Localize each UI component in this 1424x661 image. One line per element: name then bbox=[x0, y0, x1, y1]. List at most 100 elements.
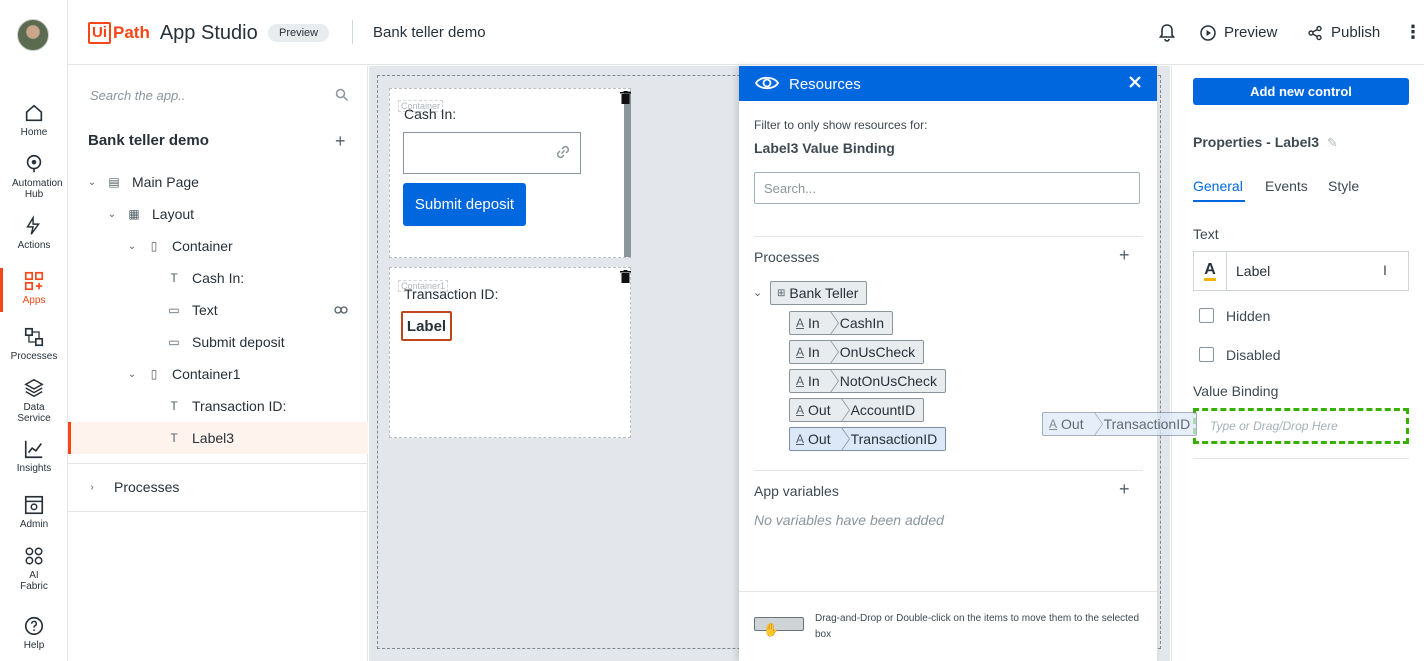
tree-node-label: Layout bbox=[152, 206, 195, 222]
tree-node-label3[interactable]: T Label3 bbox=[68, 422, 368, 454]
process-bank-teller[interactable]: ⊞ Bank Teller bbox=[770, 281, 868, 305]
tree-node-transaction-id[interactable]: T Transaction ID: bbox=[68, 390, 368, 422]
process-name: Bank Teller bbox=[789, 285, 859, 301]
disabled-label: Disabled bbox=[1226, 347, 1281, 363]
chevron-right-icon[interactable]: › bbox=[86, 482, 98, 493]
nav-apps[interactable]: Apps bbox=[0, 268, 68, 312]
chevron-down-icon[interactable]: ⌄ bbox=[126, 369, 138, 380]
submit-deposit-button[interactable]: Submit deposit bbox=[403, 183, 526, 226]
arg-notonuscheck[interactable]: A In NotOnUsCheck bbox=[789, 369, 946, 393]
tree-node-layout[interactable]: ⌄ ▦ Layout bbox=[68, 198, 368, 230]
hidden-checkbox[interactable] bbox=[1199, 308, 1214, 323]
tree-app-title: Bank teller demo bbox=[88, 132, 209, 149]
nav-insights-label: Insights bbox=[16, 463, 52, 474]
chevron-down-icon[interactable]: ⌄ bbox=[86, 177, 98, 188]
edit-pencil-icon[interactable]: ✎ bbox=[1327, 135, 1338, 151]
text-property-value: Label bbox=[1236, 263, 1271, 279]
publish-button[interactable]: Publish bbox=[1307, 24, 1380, 41]
admin-icon bbox=[24, 495, 44, 515]
nav-home[interactable]: Home bbox=[0, 102, 68, 138]
tree-node-processes[interactable]: › Processes bbox=[68, 471, 368, 503]
text-type-icon: A bbox=[796, 403, 805, 417]
arg-direction: Out bbox=[808, 402, 831, 418]
app-name[interactable]: Bank teller demo bbox=[373, 24, 486, 41]
nav-actions[interactable]: Actions bbox=[0, 215, 68, 251]
chevron-down-icon[interactable]: ⌄ bbox=[106, 209, 118, 220]
text-icon: T bbox=[170, 271, 178, 285]
hand-cursor-icon: ✋ bbox=[763, 622, 780, 637]
link-icon[interactable] bbox=[554, 143, 572, 164]
trash-icon[interactable] bbox=[620, 270, 631, 286]
tab-events[interactable]: Events bbox=[1265, 178, 1308, 194]
container1-box[interactable]: Container1 Transaction ID: Label bbox=[389, 267, 631, 438]
text-property-label: Text bbox=[1193, 226, 1219, 242]
data-service-icon bbox=[24, 378, 44, 398]
disabled-checkbox[interactable] bbox=[1199, 347, 1214, 362]
preview-button[interactable]: Preview bbox=[1200, 24, 1277, 41]
chevron-down-icon[interactable]: ⌄ bbox=[753, 286, 762, 299]
close-icon[interactable] bbox=[1128, 75, 1142, 92]
tree-node-text[interactable]: ▭ Text bbox=[68, 294, 368, 326]
nav-automation-hub[interactable]: Automation Hub bbox=[0, 153, 68, 200]
tree-node-label: Submit deposit bbox=[192, 334, 285, 350]
tab-style[interactable]: Style bbox=[1328, 178, 1359, 194]
section-divider bbox=[754, 470, 1143, 471]
add-new-control-button[interactable]: Add new control bbox=[1193, 78, 1409, 105]
bell-icon[interactable] bbox=[1158, 24, 1176, 45]
arg-onuscheck[interactable]: A In OnUsCheck bbox=[789, 340, 925, 364]
tree-node-cash-in[interactable]: T Cash In: bbox=[68, 262, 368, 294]
arg-transactionid[interactable]: A Out TransactionID bbox=[789, 427, 947, 451]
resources-title: Resources bbox=[789, 76, 861, 93]
add-variable-icon[interactable]: + bbox=[1119, 480, 1130, 498]
user-avatar[interactable] bbox=[17, 19, 49, 51]
nav-admin[interactable]: Admin bbox=[0, 494, 68, 530]
more-options-icon[interactable]: ⋮ bbox=[1404, 23, 1422, 41]
layout-icon: ▦ bbox=[128, 207, 140, 221]
chevron-down-icon[interactable]: ⌄ bbox=[126, 241, 138, 252]
container-box[interactable]: Container Cash In: Submit deposit bbox=[389, 88, 631, 258]
tab-general[interactable]: General bbox=[1193, 178, 1243, 194]
nav-automation-hub-label: Automation Hub bbox=[12, 178, 63, 200]
input-icon: ▭ bbox=[168, 303, 180, 317]
font-color-icon: A bbox=[1204, 261, 1216, 281]
label3-element[interactable]: Label bbox=[401, 311, 452, 341]
text-type-icon: A bbox=[1049, 417, 1058, 431]
tree-node-label: Main Page bbox=[132, 174, 199, 190]
add-process-icon[interactable]: + bbox=[1119, 246, 1130, 264]
label3-text: Label bbox=[406, 317, 447, 335]
nav-data-service[interactable]: Data Service bbox=[0, 377, 68, 424]
tree-node-label: Cash In: bbox=[192, 270, 245, 286]
page-icon: ▤ bbox=[108, 175, 120, 189]
arg-direction: Out bbox=[808, 431, 831, 447]
button-icon: ▭ bbox=[168, 335, 180, 349]
nav-processes[interactable]: Processes bbox=[0, 326, 68, 362]
tree-node-container1[interactable]: ⌄ ▯ Container1 bbox=[68, 358, 368, 390]
cash-in-input[interactable] bbox=[403, 132, 581, 174]
container-resize-bar[interactable] bbox=[624, 91, 631, 257]
link-icon[interactable] bbox=[334, 303, 348, 319]
ai-fabric-icon bbox=[25, 547, 43, 565]
tree-node-submit-deposit[interactable]: ▭ Submit deposit bbox=[68, 326, 368, 358]
text-icon: T bbox=[170, 399, 178, 413]
text-type-toggle[interactable]: A bbox=[1194, 252, 1227, 290]
value-binding-drop-zone[interactable]: Type or Drag/Drop Here bbox=[1193, 408, 1409, 444]
tree-node-label: Container1 bbox=[172, 366, 241, 382]
arg-direction: In bbox=[808, 373, 820, 389]
tree-node-main-page[interactable]: ⌄ ▤ Main Page bbox=[68, 166, 368, 198]
add-page-icon[interactable]: + bbox=[335, 132, 346, 150]
arg-accountid[interactable]: A Out AccountID bbox=[789, 398, 925, 422]
app-search-input[interactable]: Search the app.. bbox=[90, 88, 185, 103]
arg-cashin[interactable]: A In CashIn bbox=[789, 311, 894, 335]
text-property-input[interactable]: A Label I bbox=[1193, 251, 1409, 291]
arg-direction: In bbox=[808, 315, 820, 331]
tree-node-container[interactable]: ⌄ ▯ Container bbox=[68, 230, 368, 262]
nav-help[interactable]: Help bbox=[0, 615, 68, 651]
resources-search-input[interactable]: Search... bbox=[754, 172, 1140, 204]
trash-icon[interactable] bbox=[620, 91, 631, 107]
nav-insights[interactable]: Insights bbox=[0, 438, 68, 474]
ghost-direction: Out bbox=[1061, 416, 1084, 432]
nav-ai-fabric[interactable]: AI Fabric bbox=[0, 545, 68, 592]
uipath-logo[interactable]: Ui Path App Studio bbox=[88, 20, 258, 46]
home-icon bbox=[25, 104, 43, 122]
search-icon[interactable] bbox=[335, 88, 349, 105]
